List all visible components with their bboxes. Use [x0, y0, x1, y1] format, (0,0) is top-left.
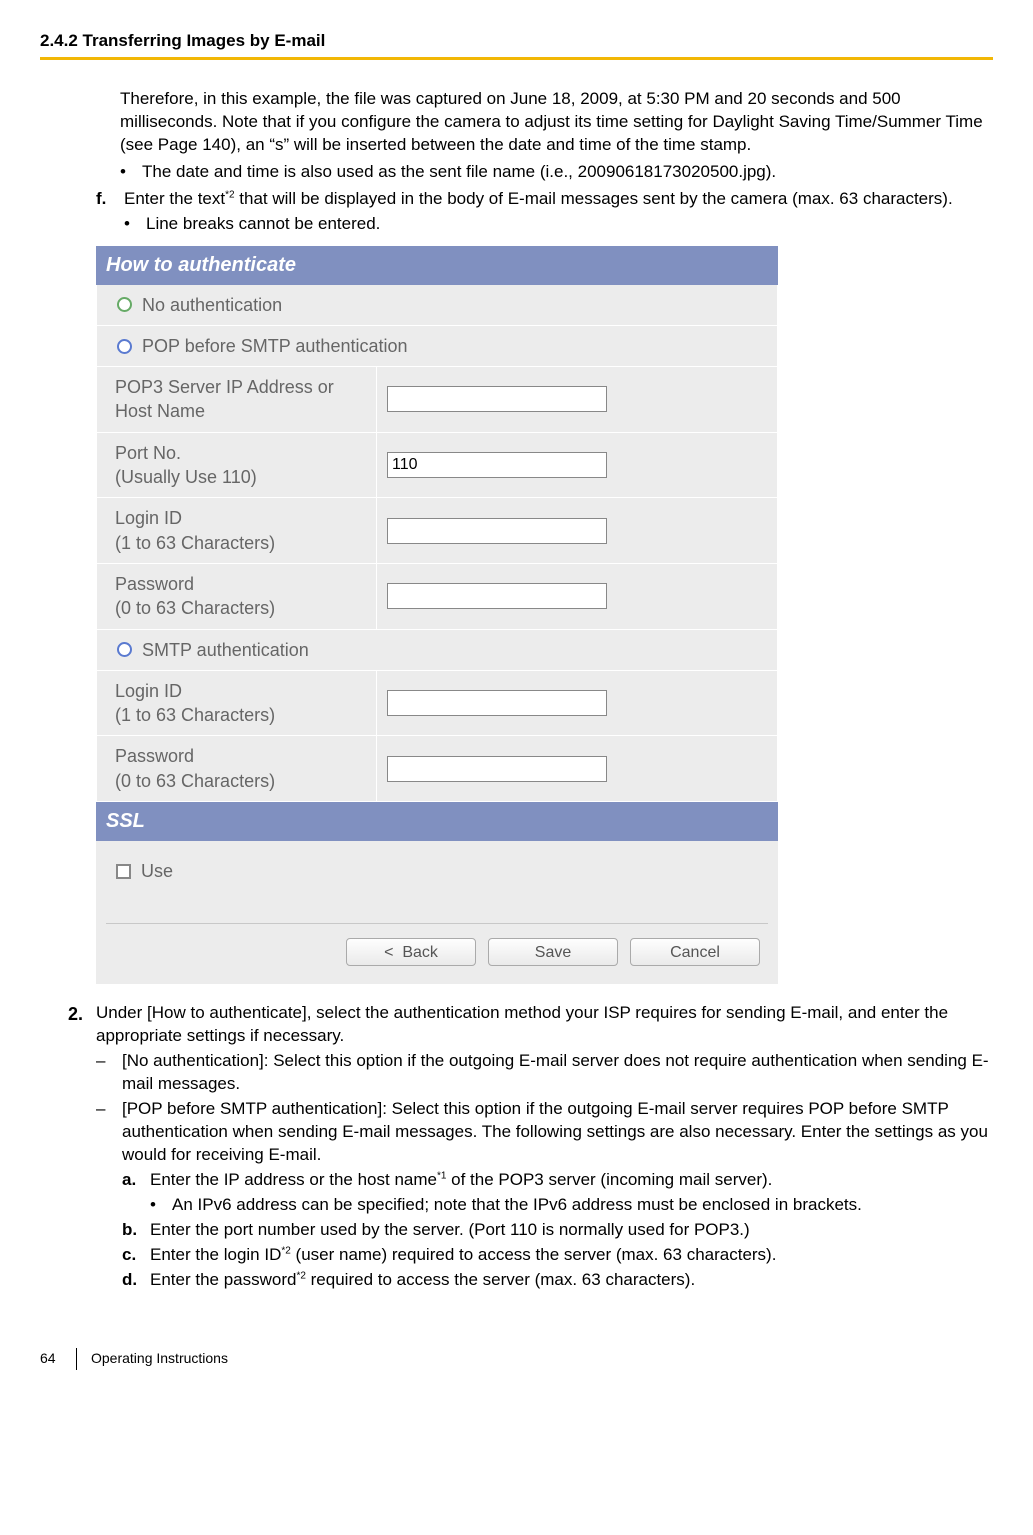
radio-pop-label: POP before SMTP authentication: [142, 334, 408, 358]
ssl-header: SSL: [96, 802, 778, 841]
step-f-text: Enter the text*2 that will be displayed …: [124, 188, 993, 211]
step-f-bullet: Line breaks cannot be entered.: [146, 213, 993, 236]
dash-icon: –: [96, 1050, 122, 1096]
sub-d-prefix: Enter the password: [150, 1270, 296, 1289]
substep-c: Enter the login ID*2 (user name) require…: [150, 1244, 993, 1267]
page-footer: 64 Operating Instructions: [40, 1348, 993, 1370]
sub-d-suffix: required to access the server (max. 63 c…: [306, 1270, 695, 1289]
pop-settings-table: POP3 Server IP Address or Host Name Port…: [96, 367, 778, 629]
label-password-smtp: Password (0 to 63 Characters): [96, 736, 376, 802]
step2-text: Under [How to authenticate], select the …: [96, 1002, 993, 1048]
substep-b: Enter the port number used by the server…: [150, 1219, 993, 1242]
section-heading: 2.4.2 Transferring Images by E-mail: [40, 30, 993, 53]
bullet-icon: •: [120, 161, 142, 184]
sub-c-prefix: Enter the login ID: [150, 1245, 281, 1264]
sub-a-suffix: of the POP3 server (incoming mail server…: [446, 1170, 772, 1189]
radio-no-auth-label: No authentication: [142, 293, 282, 317]
back-button[interactable]: < Back: [346, 938, 476, 966]
intro-bullet-text: The date and time is also used as the se…: [142, 161, 993, 184]
cancel-button[interactable]: Cancel: [630, 938, 760, 966]
step-marker-2: 2.: [68, 1002, 96, 1048]
substep-d: Enter the password*2 required to access …: [150, 1269, 993, 1292]
step-f-suffix: that will be displayed in the body of E-…: [235, 189, 953, 208]
step-f-sup: *2: [225, 189, 234, 200]
label-login-id-pop: Login ID (1 to 63 Characters): [96, 498, 376, 564]
footer-title: Operating Instructions: [91, 1349, 228, 1368]
label-password-pop: Password (0 to 63 Characters): [96, 564, 376, 630]
sub-d-sup: *2: [296, 1270, 305, 1281]
radio-pop-before-smtp[interactable]: [117, 339, 132, 354]
substep-marker-a: a.: [122, 1169, 150, 1192]
substep-a: Enter the IP address or the host name*1 …: [150, 1169, 993, 1192]
sub-c-sup: *2: [281, 1245, 290, 1256]
radio-no-auth[interactable]: [117, 297, 132, 312]
step2-dash2: [POP before SMTP authentication]: Select…: [122, 1098, 993, 1167]
sub-c-suffix: (user name) required to access the serve…: [291, 1245, 777, 1264]
label-login-id-smtp: Login ID (1 to 63 Characters): [96, 671, 376, 737]
smtp-settings-table: Login ID (1 to 63 Characters) Password (…: [96, 671, 778, 802]
input-pop3-server[interactable]: [387, 386, 607, 412]
sub-a-sup: *1: [437, 1170, 446, 1181]
sub-a-prefix: Enter the IP address or the host name: [150, 1170, 437, 1189]
section-rule: [40, 57, 993, 60]
checkbox-ssl-use[interactable]: [116, 864, 131, 879]
bullet-icon: •: [124, 213, 146, 236]
input-password-pop[interactable]: [387, 583, 607, 609]
substep-marker-b: b.: [122, 1219, 150, 1242]
checkbox-ssl-label: Use: [141, 859, 173, 883]
radio-smtp-auth[interactable]: [117, 642, 132, 657]
input-password-smtp[interactable]: [387, 756, 607, 782]
step-f-prefix: Enter the text: [124, 189, 225, 208]
footer-divider: [76, 1348, 77, 1370]
save-button[interactable]: Save: [488, 938, 618, 966]
auth-header: How to authenticate: [96, 246, 778, 285]
input-login-id-pop[interactable]: [387, 518, 607, 544]
label-port-no: Port No. (Usually Use 110): [96, 433, 376, 499]
label-pop3-server: POP3 Server IP Address or Host Name: [96, 367, 376, 433]
input-login-id-smtp[interactable]: [387, 690, 607, 716]
radio-smtp-label: SMTP authentication: [142, 638, 309, 662]
step-marker-f: f.: [96, 188, 124, 211]
step2-dash1: [No authentication]: Select this option …: [122, 1050, 993, 1096]
substep-a-bullet: An IPv6 address can be specified; note t…: [172, 1194, 993, 1217]
auth-settings-panel: How to authenticate No authentication PO…: [96, 246, 778, 985]
substep-marker-c: c.: [122, 1244, 150, 1267]
bullet-icon: •: [150, 1194, 172, 1217]
substep-marker-d: d.: [122, 1269, 150, 1292]
paragraph-intro: Therefore, in this example, the file was…: [120, 88, 993, 157]
dash-icon: –: [96, 1098, 122, 1167]
page-number: 64: [40, 1349, 76, 1368]
input-port-no[interactable]: [387, 452, 607, 478]
